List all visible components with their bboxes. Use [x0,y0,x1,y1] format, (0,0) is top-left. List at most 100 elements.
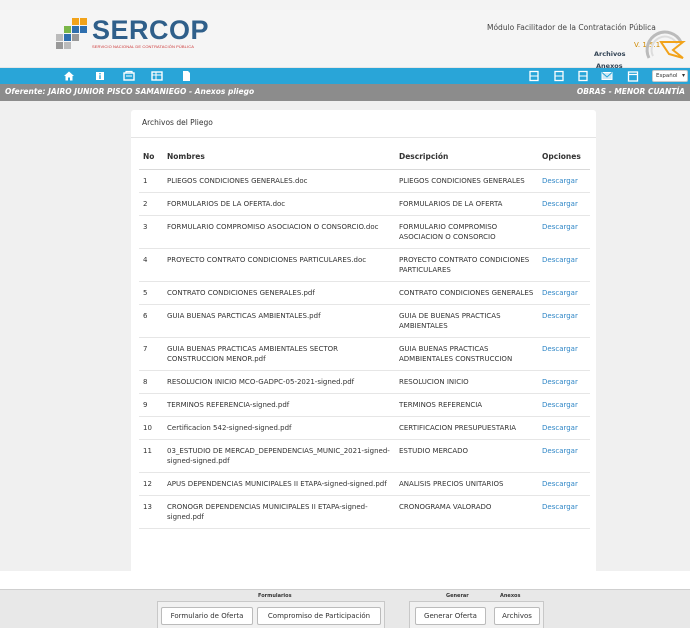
files-table: No Nombres Descripción Opciones 1 PLIEGO… [139,146,590,529]
panel-title: Archivos del Pliego [142,118,213,127]
table-header-row: No Nombres Descripción Opciones [139,146,590,170]
row-number: 13 [139,495,163,529]
home-icon[interactable] [63,70,75,82]
download-link[interactable]: Descargar [542,312,578,320]
documents-icon[interactable] [123,70,135,82]
file-description: GUIA BUENAS PRACTICAS ADMBIENTALES CONST… [395,337,538,371]
document-icon[interactable] [577,70,589,82]
file-description: PROYECTO CONTRATO CONDICIONES PARTICULAR… [395,248,538,282]
archivos-button[interactable]: Archivos [494,607,540,625]
document-icon[interactable] [528,70,540,82]
table-row: 11 03_ESTUDIO DE MERCAD_DEPENDENCIAS_MUN… [139,439,590,473]
panel-divider [131,137,596,138]
download-link[interactable]: Descargar [542,289,578,297]
file-name: CONTRATO CONDICIONES GENERALES.pdf [163,281,395,305]
anexos-group-label: Anexos [500,593,521,599]
language-select[interactable]: Español ▾ [652,70,688,82]
file-description: FORMULARIOS DE LA OFERTA [395,192,538,216]
file-name: Certificacion 542-signed-signed.pdf [163,416,395,440]
column-header-descripcion: Descripción [395,146,538,170]
oferente-label: Oferente: JAIRO JUNIOR PISCO SAMANIEGO -… [5,87,255,96]
file-name: FORMULARIOS DE LA OFERTA.doc [163,192,395,216]
file-name: GUIA BUENAS PARCTICAS AMBIENTALES.pdf [163,304,395,338]
document-icon[interactable] [553,70,565,82]
sercop-logo[interactable]: SERCOP SERVICIO NACIONAL DE CONTRATACIÓN… [52,16,209,52]
row-number: 9 [139,393,163,417]
table-row: 13 CRONOGR DEPENDENCIAS MUNICIPALES II E… [139,495,590,529]
file-name: 03_ESTUDIO DE MERCAD_DEPENDENCIAS_MUNIC_… [163,439,395,473]
file-description: ESTUDIO MERCADO [395,439,538,473]
download-link[interactable]: Descargar [542,256,578,264]
table-row: 8 RESOLUCION INICIO MCO-GADPC-05-2021-si… [139,370,590,394]
file-name: CRONOGR DEPENDENCIAS MUNICIPALES II ETAP… [163,495,395,529]
formularios-group-label: Formularios [258,593,292,599]
generar-group-label: Generar [446,593,469,599]
row-number: 10 [139,416,163,440]
download-link[interactable]: Descargar [542,401,578,409]
file-name: PLIEGOS CONDICIONES GENERALES.doc [163,169,395,193]
main-area: Archivos del Pliego No Nombres Descripci… [0,101,690,580]
file-description: PLIEGOS CONDICIONES GENERALES [395,169,538,193]
file-name: RESOLUCION INICIO MCO-GADPC-05-2021-sign… [163,370,395,394]
row-number: 4 [139,248,163,282]
formulario-oferta-button[interactable]: Formulario de Oferta [161,607,253,625]
files-panel: Archivos del Pliego No Nombres Descripci… [131,110,596,580]
calendar-icon[interactable] [627,70,639,82]
table-row: 1 PLIEGOS CONDICIONES GENERALES.doc PLIE… [139,169,590,193]
file-icon[interactable] [180,70,192,82]
generar-oferta-button[interactable]: Generar Oferta [415,607,486,625]
table-row: 9 TERMINOS REFERENCIA-signed.pdf TERMINO… [139,393,590,417]
download-link[interactable]: Descargar [542,447,578,455]
table-row: 4 PROYECTO CONTRATO CONDICIONES PARTICUL… [139,248,590,282]
row-number: 7 [139,337,163,371]
file-name: FORMULARIO COMPROMISO ASOCIACION O CONSO… [163,215,395,249]
download-link[interactable]: Descargar [542,503,578,511]
table-row: 10 Certificacion 542-signed-signed.pdf C… [139,416,590,440]
table-row: 3 FORMULARIO COMPROMISO ASOCIACION O CON… [139,215,590,249]
column-header-no: No [139,146,163,170]
language-value: Español [656,73,678,79]
row-number: 3 [139,215,163,249]
download-link[interactable]: Descargar [542,223,578,231]
mail-icon[interactable] [601,70,613,82]
file-name: TERMINOS REFERENCIA-signed.pdf [163,393,395,417]
info-bar: Oferente: JAIRO JUNIOR PISCO SAMANIEGO -… [0,84,690,101]
file-name: APUS DEPENDENCIAS MUNICIPALES II ETAPA-s… [163,472,395,496]
download-link[interactable]: Descargar [542,424,578,432]
download-link[interactable]: Descargar [542,345,578,353]
download-link[interactable]: Descargar [542,177,578,185]
logo-mark-icon [52,16,88,52]
table-row: 2 FORMULARIOS DE LA OFERTA.doc FORMULARI… [139,192,590,216]
navbar: Español ▾ [0,68,690,84]
row-number: 6 [139,304,163,338]
archivos-link[interactable]: Archivos [594,50,626,58]
file-name: PROYECTO CONTRATO CONDICIONES PARTICULAR… [163,248,395,282]
table-row: 12 APUS DEPENDENCIAS MUNICIPALES II ETAP… [139,472,590,496]
download-link[interactable]: Descargar [542,200,578,208]
file-description: TERMINOS REFERENCIA [395,393,538,417]
info-icon[interactable] [94,70,106,82]
column-header-opciones: Opciones [538,146,590,170]
top-strip [0,0,690,10]
download-link[interactable]: Descargar [542,480,578,488]
file-description: CONTRATO CONDICIONES GENERALES [395,281,538,305]
module-title: Módulo Facilitador de la Contratación Pú… [487,23,656,32]
footer-toolbar: Formularios Generar Anexos Formulario de… [0,589,690,628]
row-number: 11 [139,439,163,473]
table-row: 7 GUIA BUENAS PRACTICAS AMBIENTALES SECT… [139,337,590,371]
file-name: GUIA BUENAS PRACTICAS AMBIENTALES SECTOR… [163,337,395,371]
column-header-nombres: Nombres [163,146,395,170]
table-row: 6 GUIA BUENAS PARCTICAS AMBIENTALES.pdf … [139,304,590,338]
chevron-down-icon: ▾ [681,72,685,79]
file-description: GUIA DE BUENAS PRACTICAS AMBIENTALES [395,304,538,338]
compromiso-participacion-button[interactable]: Compromiso de Participación [257,607,381,625]
row-number: 12 [139,472,163,496]
header: SERCOP SERVICIO NACIONAL DE CONTRATACIÓN… [0,10,690,70]
file-description: CRONOGRAMA VALORADO [395,495,538,529]
list-icon[interactable] [151,70,163,82]
row-number: 2 [139,192,163,216]
file-description: FORMULARIO COMPROMISO ASOCIACION O CONSO… [395,215,538,249]
download-link[interactable]: Descargar [542,378,578,386]
file-description: ANALISIS PRECIOS UNITARIOS [395,472,538,496]
file-description: CERTIFICACION PRESUPUESTARIA [395,416,538,440]
